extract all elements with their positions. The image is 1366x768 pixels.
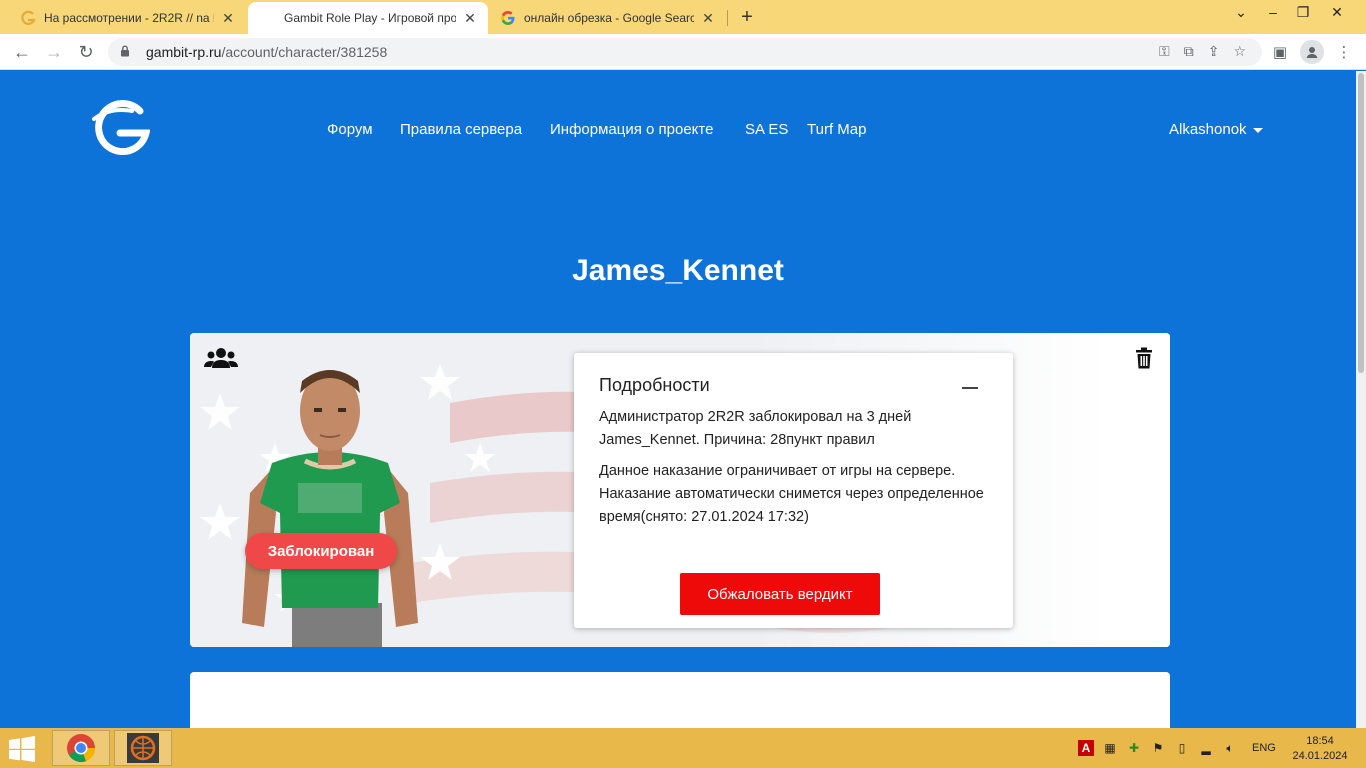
gambit-favicon-icon	[20, 10, 36, 26]
restore-window-icon[interactable]: ❐	[1288, 4, 1318, 21]
tab-title: На рассмотрении - 2R2R // na B	[44, 11, 214, 25]
close-tab-icon[interactable]: ✕	[220, 10, 236, 27]
adobe-tray-icon[interactable]: A	[1078, 740, 1094, 756]
tab-separator	[727, 10, 728, 26]
tab-title: онлайн обрезка - Google Search	[524, 11, 694, 25]
character-skin-image	[230, 353, 430, 647]
browser-tab-bar: На рассмотрении - 2R2R // na B ✕ Gambit …	[0, 0, 1366, 34]
character-card: Заблокирован Подробности Администратор 2…	[190, 333, 1170, 647]
details-panel: Подробности Администратор 2R2R заблокиро…	[574, 353, 1013, 628]
close-tab-icon[interactable]: ✕	[700, 10, 716, 27]
side-panel-icon[interactable]: ▣	[1268, 40, 1292, 64]
trash-icon[interactable]	[1134, 347, 1154, 369]
nav-turf-map[interactable]: Turf Map	[807, 121, 866, 138]
block-info-text: Данное наказание ограничивает от игры на…	[599, 463, 984, 525]
site-logo-icon[interactable]	[90, 99, 151, 156]
windows-taskbar: A ▦ ✚ ⚑ ▯ ▂ 🔈︎ ENG 18:54 24.01.2024	[0, 728, 1366, 768]
volume-icon[interactable]: 🔈︎	[1222, 740, 1238, 756]
bookmark-star-icon[interactable]: ☆	[1233, 43, 1246, 60]
lock-icon	[120, 45, 136, 60]
reload-icon[interactable]: ↻	[74, 40, 98, 64]
appeal-verdict-button[interactable]: Обжаловать вердикт	[680, 573, 880, 615]
address-bar[interactable]: gambit-rp.ru/account/character/381258 ⚿ …	[108, 38, 1262, 66]
tab-forum[interactable]: На рассмотрении - 2R2R // na B ✕	[10, 2, 246, 34]
input-language[interactable]: ENG	[1252, 742, 1276, 754]
forward-arrow-icon[interactable]: →	[42, 40, 66, 64]
tab-google[interactable]: онлайн обрезка - Google Search ✕	[490, 2, 726, 34]
back-arrow-icon[interactable]: ←	[10, 40, 34, 64]
scrollbar-thumb[interactable]	[1358, 73, 1364, 373]
close-tab-icon[interactable]: ✕	[462, 10, 478, 27]
collapse-minus-icon[interactable]	[962, 386, 978, 389]
url-path: /account/character/381258	[221, 44, 388, 60]
google-favicon-icon	[500, 10, 516, 26]
browser-toolbar: ← → ↻ gambit-rp.ru/account/character/381…	[0, 34, 1366, 70]
translate-icon[interactable]: ⧉	[1184, 43, 1194, 60]
page-content: Форум Правила сервера Информация о проек…	[0, 71, 1356, 728]
minimize-window-icon[interactable]: –	[1258, 4, 1288, 20]
blocked-status-badge: Заблокирован	[245, 533, 397, 569]
windows-start-icon[interactable]	[8, 736, 40, 762]
action-center-flag-icon[interactable]: ⚑	[1150, 740, 1166, 756]
system-tray: A ▦ ✚ ⚑ ▯ ▂ 🔈︎	[1078, 740, 1238, 756]
game-launcher-taskbar-icon[interactable]	[114, 730, 172, 766]
details-title: Подробности	[599, 375, 710, 395]
clock-date: 24.01.2024	[1292, 750, 1348, 762]
secondary-card	[190, 672, 1170, 728]
close-window-icon[interactable]: ✕	[1322, 4, 1352, 21]
new-tab-plus-icon[interactable]: +	[736, 6, 758, 29]
nav-forum[interactable]: Форум	[327, 121, 373, 138]
tab-gambit[interactable]: Gambit Role Play - Игровой про ✕	[248, 2, 488, 34]
taskbar-clock[interactable]: 18:54 24.01.2024	[1290, 734, 1350, 764]
caret-down-icon	[1252, 127, 1263, 133]
chrome-taskbar-icon[interactable]	[52, 730, 110, 766]
device-tray-icon[interactable]: ▯	[1174, 740, 1190, 756]
character-name: James_Kennet	[572, 254, 784, 287]
nav-server-rules[interactable]: Правила сервера	[400, 121, 522, 138]
tab-title: Gambit Role Play - Игровой про	[284, 11, 456, 25]
key-icon[interactable]: ⚿	[1159, 43, 1170, 60]
signal-bars-icon[interactable]: ▂	[1198, 740, 1214, 756]
profile-avatar-icon[interactable]	[1300, 40, 1324, 64]
nav-sa-es[interactable]: SA ES	[745, 121, 788, 138]
tab-search-chevron-icon[interactable]: ⌄	[1226, 4, 1256, 21]
network-tray-icon[interactable]: ▦	[1102, 740, 1118, 756]
page-scrollbar[interactable]	[1356, 71, 1366, 728]
browser-menu-icon[interactable]: ⋮	[1332, 40, 1356, 64]
username: Alkashonok	[1169, 121, 1247, 138]
antivirus-tray-icon[interactable]: ✚	[1126, 740, 1142, 756]
clock-time: 18:54	[1306, 735, 1334, 747]
user-menu[interactable]: Alkashonok	[1169, 121, 1263, 138]
share-icon[interactable]: ⇪	[1208, 43, 1220, 60]
url-host: gambit-rp.ru	[146, 44, 222, 60]
nav-project-info[interactable]: Информация о проекте	[550, 121, 713, 138]
block-reason-text: Администратор 2R2R заблокировал на 3 дне…	[599, 409, 912, 448]
